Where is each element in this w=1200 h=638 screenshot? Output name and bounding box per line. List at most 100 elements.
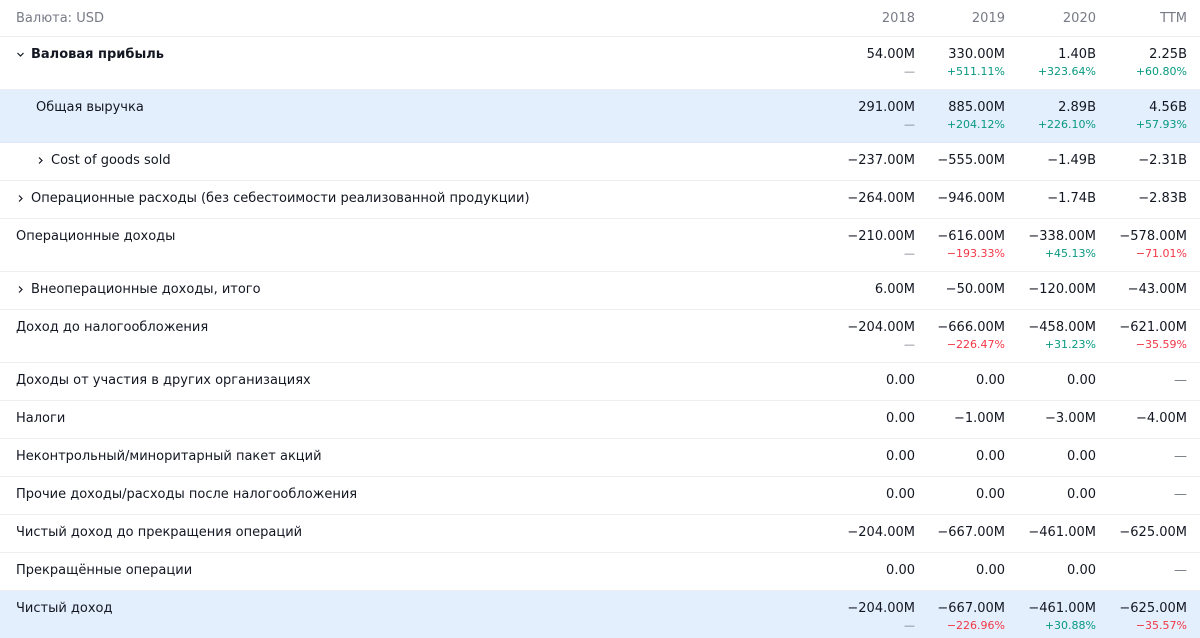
row-gross-profit[interactable]: Валовая прибыль 54.00M — 330.00M +511.11% … [0, 37, 1200, 90]
row-label: Cost of goods sold [51, 153, 171, 168]
change-2019: +204.12% [946, 118, 1005, 131]
value-2018: 0.00 [886, 411, 915, 426]
row-label: Прочие доходы/расходы после налогообложе… [16, 487, 358, 502]
row-label: Налоги [16, 411, 66, 426]
change-2018: — [904, 338, 915, 351]
value-2018: −204.00M [847, 320, 915, 335]
change-2020: +30.88% [1044, 619, 1096, 632]
value-2020: 2.89B [1058, 100, 1096, 115]
value-2018: 0.00 [886, 487, 915, 502]
row-label: Прекращённые операции [16, 563, 193, 578]
value-2020: 0.00 [1067, 487, 1096, 502]
value-2018: −264.00M [847, 191, 915, 206]
row-discontinued-operations[interactable]: Прекращённые операции 0.00 0.00 0.00 — [0, 553, 1200, 591]
value-2018: −204.00M [847, 601, 915, 616]
row-label: Доходы от участия в других организациях [16, 373, 311, 388]
row-minority-interest[interactable]: Неконтрольный/миноритарный пакет акций 0… [0, 439, 1200, 477]
change-2020: +31.23% [1044, 338, 1096, 351]
value-ttm: −4.00M [1135, 411, 1187, 426]
value-ttm: −43.00M [1127, 282, 1187, 297]
change-ttm: −71.01% [1135, 247, 1187, 260]
chevron-down-icon[interactable] [16, 50, 31, 59]
row-pretax-income[interactable]: Доход до налогообложения −204.00M — −666.… [0, 310, 1200, 363]
change-2018: — [904, 247, 915, 260]
value-ttm: 4.56B [1149, 100, 1187, 115]
value-2019: −1.00M [953, 411, 1005, 426]
change-2020: +45.13% [1044, 247, 1096, 260]
value-ttm: 2.25B [1149, 47, 1187, 62]
column-header-ttm: TTM [1160, 10, 1187, 26]
row-net-income[interactable]: Чистый доход −204.00M — −667.00M −226.96% … [0, 591, 1200, 638]
value-2019: 0.00 [976, 373, 1005, 388]
value-2018: 0.00 [886, 449, 915, 464]
value-ttm: — [1174, 373, 1187, 388]
chevron-right-icon[interactable] [16, 285, 31, 294]
column-header-2019: 2019 [971, 10, 1005, 26]
change-2020: +226.10% [1037, 118, 1096, 131]
value-2019: −555.00M [937, 153, 1005, 168]
column-header-2018: 2018 [881, 10, 915, 26]
change-ttm: +57.93% [1135, 118, 1187, 131]
row-label: Общая выручка [36, 100, 144, 115]
value-2019: 330.00M [948, 47, 1005, 62]
row-total-revenue[interactable]: Общая выручка 291.00M — 885.00M +204.12% 2… [0, 90, 1200, 143]
value-2020: −1.49B [1047, 153, 1096, 168]
change-2018: — [904, 118, 915, 131]
row-taxes[interactable]: Налоги 0.00 −1.00M −3.00M −4.00M [0, 401, 1200, 439]
value-2018: 0.00 [886, 563, 915, 578]
change-2018: — [904, 619, 915, 632]
value-2020: 0.00 [1067, 449, 1096, 464]
row-income-before-discontinued[interactable]: Чистый доход до прекращения операций −20… [0, 515, 1200, 553]
chevron-right-icon[interactable] [36, 156, 51, 165]
value-2018: −237.00M [847, 153, 915, 168]
row-label: Чистый доход [16, 601, 113, 616]
row-cost-of-goods-sold[interactable]: Cost of goods sold −237.00M −555.00M −1.… [0, 143, 1200, 181]
change-2019: +511.11% [946, 65, 1005, 78]
value-2020: −1.74B [1047, 191, 1096, 206]
value-2019: −667.00M [937, 525, 1005, 540]
change-2018: — [904, 65, 915, 78]
value-ttm: — [1174, 449, 1187, 464]
value-2020: −461.00M [1028, 525, 1096, 540]
value-2019: 0.00 [976, 563, 1005, 578]
value-ttm: −2.83B [1138, 191, 1187, 206]
value-ttm: — [1174, 487, 1187, 502]
row-operating-expenses[interactable]: Операционные расходы (без себестоимости … [0, 181, 1200, 219]
change-ttm: −35.57% [1135, 619, 1187, 632]
value-2020: −458.00M [1028, 320, 1096, 335]
financials-table: Валюта: USD 2018 2019 2020 TTM Валовая п… [0, 0, 1200, 638]
value-2018: 6.00M [874, 282, 915, 297]
row-operating-income[interactable]: Операционные доходы −210.00M — −616.00M −1… [0, 219, 1200, 272]
change-2019: −226.96% [946, 619, 1005, 632]
value-2019: 0.00 [976, 487, 1005, 502]
value-2020: −3.00M [1044, 411, 1096, 426]
change-2019: −193.33% [946, 247, 1005, 260]
value-2019: 885.00M [948, 100, 1005, 115]
row-label: Операционные расходы (без себестоимости … [31, 191, 530, 206]
row-non-operating-income[interactable]: Внеоперационные доходы, итого 6.00M −50.… [0, 272, 1200, 310]
value-2020: −338.00M [1028, 229, 1096, 244]
chevron-right-icon[interactable] [16, 194, 31, 203]
value-2020: 1.40B [1058, 47, 1096, 62]
value-2020: 0.00 [1067, 373, 1096, 388]
value-2019: −667.00M [937, 601, 1005, 616]
value-2020: 0.00 [1067, 563, 1096, 578]
row-label: Операционные доходы [16, 229, 176, 244]
row-label: Доход до налогообложения [16, 320, 209, 335]
row-other-after-tax[interactable]: Прочие доходы/расходы после налогообложе… [0, 477, 1200, 515]
value-2020: −461.00M [1028, 601, 1096, 616]
table-header: Валюта: USD 2018 2019 2020 TTM [0, 0, 1200, 37]
value-ttm: −2.31B [1138, 153, 1187, 168]
value-ttm: −621.00M [1119, 320, 1187, 335]
value-2018: −210.00M [847, 229, 915, 244]
value-ttm: −578.00M [1119, 229, 1187, 244]
value-2018: 0.00 [886, 373, 915, 388]
value-2019: −666.00M [937, 320, 1005, 335]
change-ttm: −35.59% [1135, 338, 1187, 351]
row-label: Неконтрольный/миноритарный пакет акций [16, 449, 322, 464]
value-2020: −120.00M [1028, 282, 1096, 297]
value-2019: −50.00M [945, 282, 1005, 297]
row-equity-in-earnings[interactable]: Доходы от участия в других организациях … [0, 363, 1200, 401]
value-2018: 291.00M [858, 100, 915, 115]
currency-label: Валюта: USD [16, 10, 104, 26]
